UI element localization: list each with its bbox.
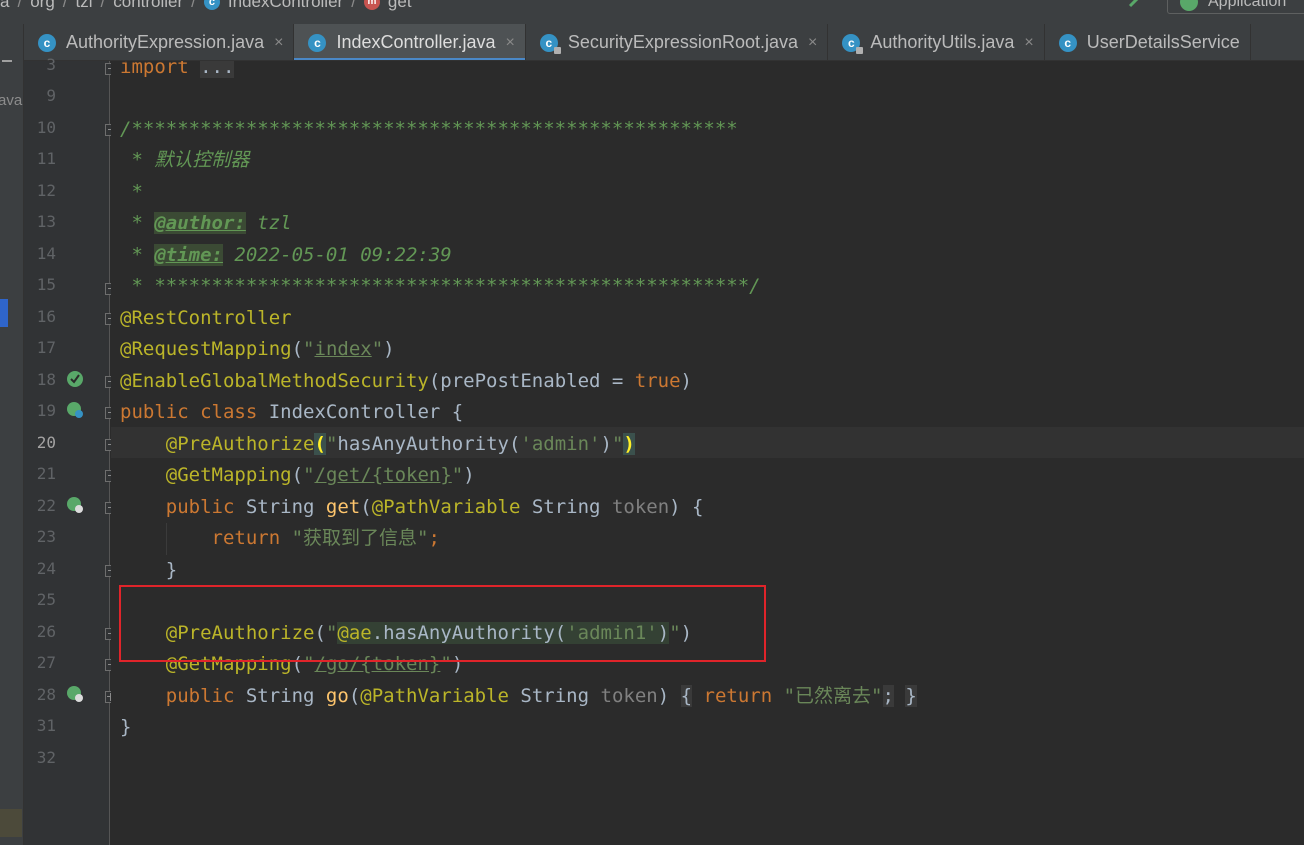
tab-label: AuthorityUtils.java (870, 32, 1015, 52)
breadcrumb-separator: / (351, 0, 356, 11)
collapse-icon[interactable] (2, 60, 12, 62)
tab-label: UserDetailsService (1086, 32, 1240, 52)
line-number: 16 (36, 307, 56, 326)
breadcrumb: a / org / tzl / controller / c IndexControll… (0, 0, 420, 12)
code-line-23: return "获取到了信息"; (211, 527, 440, 549)
line-number: 27 (36, 653, 56, 672)
breadcrumb-item-method[interactable]: get (388, 0, 412, 12)
method-icon: m (363, 0, 380, 10)
tab-label: AuthorityExpression.java (66, 32, 265, 52)
tab-authority-expression[interactable]: c AuthorityExpression.java × (24, 24, 295, 60)
request-mapping-icon[interactable] (66, 685, 84, 703)
folded-body-open[interactable]: { (680, 685, 693, 707)
spring-bean-icon[interactable] (66, 401, 84, 419)
breadcrumb-item-org[interactable]: org (30, 0, 55, 12)
interface-icon: c (1058, 33, 1077, 52)
code-line-15: * **************************************… (120, 275, 761, 297)
line-number-current: 20 (36, 433, 56, 452)
line-number: 26 (36, 622, 56, 641)
line-number: 23 (36, 527, 56, 546)
project-tree-item[interactable] (0, 809, 22, 837)
editor-tab-bar: c AuthorityExpression.java × c IndexCont… (24, 24, 1304, 61)
code-line-26: @PreAuthorize("@ae.hasAnyAuthority('admi… (165, 622, 693, 644)
code-line-20: @PreAuthorize("hasAnyAuthority('admin')"… (165, 433, 635, 455)
tab-index-controller[interactable]: c IndexController.java × (294, 24, 526, 60)
line-number: 3 (46, 55, 56, 74)
line-number: 15 (36, 275, 56, 294)
code-line-3: import ... (120, 61, 235, 79)
tab-security-expression-root[interactable]: c SecurityExpressionRoot.java × (526, 24, 829, 60)
doc-tag-author: @author: (154, 212, 246, 234)
spring-security-icon[interactable] (66, 370, 84, 388)
code-line-22: public String get(@PathVariable String t… (165, 496, 704, 518)
code-line-11: * 默认控制器 (120, 149, 250, 171)
navigation-breadcrumb: a / org / tzl / controller / c IndexControll… (0, 0, 1304, 24)
close-icon[interactable]: × (1024, 34, 1033, 52)
code-line-10: /***************************************… (120, 118, 738, 140)
code-line-31: } (120, 716, 132, 738)
breadcrumb-separator: / (17, 0, 23, 11)
build-hammer-icon[interactable] (1128, 0, 1146, 8)
code-line-18: @EnableGlobalMethodSecurity(prePostEnabl… (120, 370, 692, 392)
tab-label: IndexController.java (336, 32, 496, 52)
line-number: 21 (36, 464, 56, 483)
breadcrumb-separator: / (100, 0, 106, 11)
code-line-28: public String go(@PathVariable String to… (165, 685, 917, 707)
code-line-17: @RequestMapping("index") (120, 338, 395, 360)
line-number: 12 (36, 181, 56, 200)
code-line-24: } (165, 559, 178, 581)
close-icon[interactable]: × (808, 34, 817, 52)
line-number: 32 (36, 748, 56, 767)
line-number: 18 (36, 370, 56, 389)
breadcrumb-item-root[interactable]: a (0, 0, 9, 12)
line-number: 28 (36, 685, 56, 704)
class-locked-icon: c (539, 33, 561, 54)
project-tree-selection[interactable] (0, 299, 8, 327)
breadcrumb-separator: / (191, 0, 196, 11)
code-line-14: * @time: 2022-05-01 09:22:39 (120, 244, 452, 266)
class-icon: c (38, 33, 56, 52)
tab-user-details-service[interactable]: c UserDetailsService (1045, 24, 1251, 60)
request-mapping-icon[interactable] (66, 496, 84, 514)
folded-body-close[interactable]: } (905, 685, 917, 707)
line-number: 17 (36, 338, 56, 357)
class-locked-icon: c (842, 33, 864, 54)
line-number: 22 (36, 496, 56, 515)
breadcrumb-item-tzl[interactable]: tzl (76, 0, 93, 12)
line-number: 25 (36, 590, 56, 609)
tab-authority-utils[interactable]: c AuthorityUtils.java × (828, 24, 1045, 60)
line-number: 24 (36, 559, 56, 578)
close-icon[interactable]: × (506, 34, 515, 52)
code-line-13: * @author: tzl (120, 212, 292, 234)
close-icon[interactable]: × (274, 34, 283, 52)
code-editor[interactable]: import ... /****************************… (111, 61, 1304, 845)
line-number: 11 (36, 149, 56, 168)
doc-tag-time: @time: (154, 244, 223, 266)
tab-label: SecurityExpressionRoot.java (567, 32, 798, 52)
code-line-27: @GetMapping("/go/{token}") (165, 653, 464, 675)
project-tree-fragment: ava (0, 92, 23, 109)
line-number: 13 (36, 212, 56, 231)
run-configuration-label: Application (1208, 0, 1287, 10)
project-tool-strip: ava (0, 24, 24, 845)
class-icon: c (203, 0, 220, 10)
breadcrumb-separator: / (62, 0, 68, 11)
line-number: 9 (46, 86, 56, 105)
line-number: 19 (36, 401, 56, 420)
run-configuration-selector[interactable]: Application (1167, 0, 1304, 14)
line-number: 31 (36, 716, 56, 735)
spring-boot-icon (1180, 0, 1198, 11)
breadcrumb-item-controller[interactable]: controller (113, 0, 183, 12)
folded-imports[interactable]: ... (200, 61, 235, 78)
breadcrumb-item-class[interactable]: IndexController (228, 0, 343, 12)
code-line-16: @RestController (120, 307, 292, 329)
class-icon: c (308, 33, 327, 52)
line-number: 14 (36, 244, 56, 263)
code-line-12: * (120, 181, 143, 203)
editor-gutter[interactable]: 3 9 10 11 12 13 14 15 16 17 18 19 20 21 … (24, 55, 117, 845)
code-line-21: @GetMapping("/get/{token}") (165, 464, 475, 486)
line-number: 10 (36, 118, 56, 137)
code-line-19: public class IndexController { (120, 401, 464, 423)
